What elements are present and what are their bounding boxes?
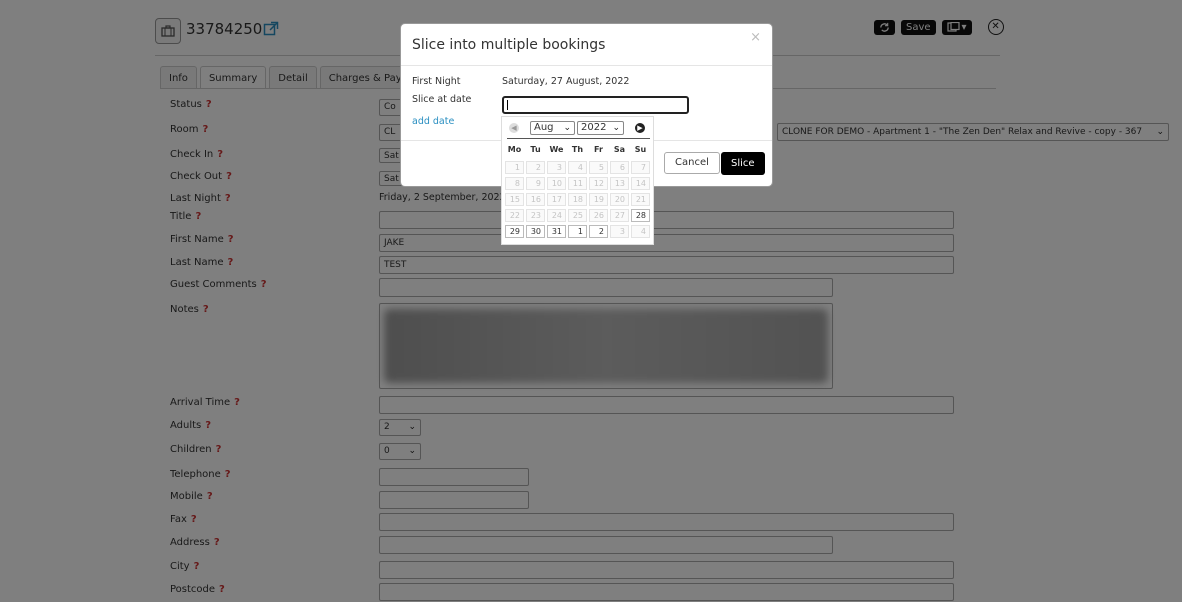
calendar-day: 4 [631,225,650,238]
cancel-button[interactable]: Cancel [664,152,720,174]
slice-button[interactable]: Slice [721,152,765,175]
dialog-title: Slice into multiple bookings [412,37,606,53]
calendar-day: 16 [526,193,545,206]
weekday-header: Su [634,145,647,154]
weekday-header: Th [571,145,584,154]
weekday-header: Fr [594,145,603,154]
calendar-day: 1 [505,161,524,174]
calendar-day: 25 [568,209,587,222]
calendar-day[interactable]: 29 [505,225,524,238]
calendar-day: 27 [610,209,629,222]
dialog-header-divider [401,65,772,66]
calendar-day: 4 [568,161,587,174]
calendar-day: 12 [589,177,608,190]
calendar-day: 2 [526,161,545,174]
calendar-day: 3 [547,161,566,174]
close-icon[interactable]: × [750,30,761,45]
weekday-header: Mo [507,145,522,154]
first-night-label: First Night [412,76,461,87]
calendar-day: 23 [526,209,545,222]
weekday-header: Sa [613,145,626,154]
calendar-day: 22 [505,209,524,222]
calendar-day: 6 [610,161,629,174]
calendar-day[interactable]: 30 [526,225,545,238]
weekday-header: We [549,145,564,154]
calendar-day[interactable]: 1 [568,225,587,238]
calendar-day[interactable]: 2 [589,225,608,238]
calendar-day: 10 [547,177,566,190]
month-select[interactable]: Aug ⌄ [530,121,575,135]
calendar-day: 20 [610,193,629,206]
datepicker-divider [507,138,650,139]
calendar-day: 14 [631,177,650,190]
chevron-down-icon: ⌄ [563,123,571,133]
first-night-value: Saturday, 27 August, 2022 [502,76,630,87]
calendar-day: 13 [610,177,629,190]
weekday-header: Tu [530,145,541,154]
calendar-day: 8 [505,177,524,190]
add-date-link[interactable]: add date [412,116,454,127]
prev-month-icon[interactable]: ◀ [509,123,519,133]
calendar-day: 7 [631,161,650,174]
calendar-day: 21 [631,193,650,206]
next-month-icon[interactable]: ▶ [635,123,645,133]
calendar-day: 19 [589,193,608,206]
calendar-day: 3 [610,225,629,238]
datepicker: ◀ Aug ⌄ 2022 ⌄ ▶ Mo Tu We Th Fr Sa Su 1 2 3 4 5 6 7 8 9 10… [501,116,654,245]
year-select[interactable]: 2022 ⌄ [577,121,624,135]
datepicker-header: ◀ Aug ⌄ 2022 ⌄ ▶ [502,119,653,137]
calendar-day: 11 [568,177,587,190]
calendar-day[interactable]: 31 [547,225,566,238]
text-caret [507,100,508,110]
calendar-day: 9 [526,177,545,190]
calendar-day: 5 [589,161,608,174]
calendar-day: 26 [589,209,608,222]
slice-at-label: Slice at date [412,94,472,105]
chevron-down-icon: ⌄ [612,123,620,133]
calendar-day: 24 [547,209,566,222]
calendar-day: 17 [547,193,566,206]
calendar-day[interactable]: 28 [631,209,650,222]
calendar-day: 15 [505,193,524,206]
calendar-day: 18 [568,193,587,206]
slice-date-input[interactable] [502,96,689,114]
